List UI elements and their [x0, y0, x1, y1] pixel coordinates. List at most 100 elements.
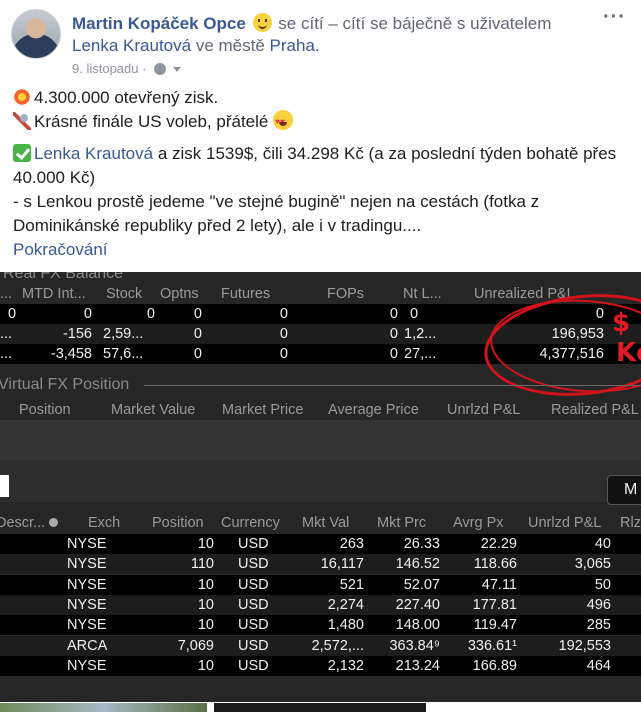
column-header[interactable]: Currency — [221, 513, 280, 533]
post-body: 4.300.000 otevřený zisk. Krásné finále U… — [13, 86, 628, 262]
table-row[interactable]: NYSE 10 USD 2,274 227.40 177.81 496 — [0, 594, 641, 615]
bullet-separator: · — [142, 61, 147, 76]
table-cell: 10 — [197, 617, 214, 634]
table-cell: 285 — [586, 617, 611, 634]
column-header[interactable]: FOPs — [327, 284, 364, 304]
tagged-user-link[interactable]: Lenka Krautová — [72, 36, 191, 55]
table-cell: 3,065 — [574, 556, 611, 573]
more-options-icon[interactable]: ··· — [603, 6, 626, 29]
column-header[interactable]: Descr... — [0, 513, 59, 533]
table-cell: 0 — [389, 306, 398, 322]
table-cell: USD — [238, 536, 269, 552]
table-cell: USD — [238, 657, 269, 674]
table-cell: 0 — [279, 326, 288, 342]
column-header[interactable]: Rlz — [620, 513, 641, 533]
heart-eyes-icon — [273, 110, 294, 134]
author-name-link[interactable]: Martin Kopáček Opce — [72, 14, 246, 33]
empty-table-area — [0, 420, 641, 460]
post-line-4: - s Lenkou prostě jedeme "ve stejné bugi… — [13, 192, 540, 235]
post-line-1-text: 4.300.000 otevřený zisk. — [34, 88, 219, 107]
post-line-3: Lenka Krautová a zisk 1539$, čili 34.298… — [13, 142, 628, 190]
table-cell: 16,117 — [320, 556, 364, 573]
table-cell: 227.40 — [395, 596, 440, 613]
facebook-post: Martin Kopáček Opce se cítí – cítí se bá… — [0, 0, 641, 272]
see-more-link[interactable]: Pokračování — [13, 240, 108, 259]
smiling-face-icon — [252, 13, 272, 32]
table-cell: 27,... — [404, 346, 437, 362]
virtual-fx-header-row: Position Market Value Market Price Avera… — [0, 400, 641, 420]
column-header[interactable]: Market Price — [222, 400, 303, 420]
table-cell: 10 — [197, 657, 214, 674]
post-line-1: 4.300.000 otevřený zisk. — [13, 86, 628, 110]
column-header[interactable]: Unrlzd P&L — [528, 513, 601, 533]
column-header[interactable]: Unrlzd P&L — [447, 400, 520, 420]
sort-icon[interactable] — [49, 518, 59, 527]
table-cell: NYSE — [67, 536, 107, 552]
column-header[interactable]: Average Price — [328, 400, 419, 420]
table-row[interactable]: NYSE 10 USD 2,132 213.24 166.89 464 — [0, 655, 641, 676]
table-cell: 2,572,... — [311, 637, 364, 654]
table-cell: NYSE — [67, 617, 107, 634]
table-cell: 7,069 — [177, 637, 214, 654]
handwritten-czk-note: Kč — [616, 338, 641, 368]
table-cell: 521 — [339, 576, 364, 593]
column-header[interactable]: Market Value — [111, 400, 195, 420]
table-cell: 26.33 — [403, 536, 440, 552]
table-cell: 52.07 — [403, 576, 440, 593]
handwritten-dollar-note: $ — [612, 308, 631, 338]
table-cell: USD — [238, 556, 269, 573]
column-header[interactable]: Futures — [221, 284, 270, 304]
column-header[interactable]: Optns — [160, 284, 199, 304]
table-cell: 192,553 — [558, 637, 611, 654]
table-cell: 0 — [279, 306, 288, 322]
column-header[interactable]: ... — [0, 284, 12, 304]
table-cell: 22.29 — [480, 536, 517, 552]
post-line-2-text: Krásné finále US voleb, přátelé — [34, 112, 269, 131]
table-cell: 2,132 — [327, 657, 364, 674]
column-header[interactable]: Position — [152, 513, 204, 533]
location-link[interactable]: Praha. — [270, 36, 320, 55]
table-cell: 57,6... — [103, 346, 144, 362]
table-row[interactable]: NYSE 10 USD 1,480 148.00 119.47 285 — [0, 615, 641, 636]
table-row[interactable]: NYSE 110 USD 16,117 146.52 118.66 3,065 — [0, 554, 641, 575]
globe-icon[interactable] — [154, 63, 167, 75]
post-line-2: Krásné finále US voleb, přátelé — [13, 110, 628, 134]
feeling-text: se cítí – cítí se báječně s uživatelem — [278, 14, 552, 33]
table-cell: 119.47 — [473, 617, 517, 634]
table-cell: ... — [0, 346, 13, 362]
table-cell: 363.84⁹ — [389, 637, 440, 654]
table-cell: 10 — [197, 536, 214, 552]
column-header[interactable]: MTD Int... — [22, 284, 86, 304]
author-avatar[interactable] — [11, 9, 61, 59]
photo-thumbnail[interactable] — [0, 703, 207, 712]
table-cell: 146.52 — [395, 556, 440, 573]
column-header[interactable]: Nt L... — [403, 284, 442, 304]
chevron-down-icon[interactable] — [172, 67, 181, 72]
table-cell: 0 — [389, 346, 398, 362]
virtual-fx-title: Virtual FX Position — [0, 376, 130, 393]
table-cell: 10 — [197, 576, 214, 593]
trading-screenshot: Real FX Balance ... MTD Int... Stock Opt… — [0, 272, 641, 712]
table-row[interactable]: NYSE 10 USD 263 26.33 22.29 40 — [0, 534, 641, 554]
table-cell: 166.89 — [472, 657, 517, 674]
table-row[interactable]: NYSE 10 USD 521 52.07 47.11 50 — [0, 574, 641, 595]
table-cell: 213.24 — [395, 657, 440, 674]
table-cell: 0 — [389, 326, 398, 342]
column-header[interactable]: Realized P&L — [551, 400, 639, 420]
column-header[interactable]: Mkt Prc — [377, 513, 426, 533]
photo-thumbnail[interactable] — [214, 703, 426, 712]
table-cell: USD — [238, 596, 269, 613]
table-cell: 110 — [190, 556, 214, 573]
post-date-link[interactable]: 9. listopadu — [72, 61, 139, 76]
column-header[interactable]: Stock — [106, 284, 142, 304]
more-button[interactable]: M — [607, 475, 641, 505]
table-row[interactable]: ARCA 7,069 USD 2,572,... 363.84⁹ 336.61¹ 192,5… — [0, 635, 641, 656]
column-header[interactable]: Position — [19, 400, 71, 420]
tagged-user-inline-link[interactable]: Lenka Krautová — [34, 144, 153, 163]
table-cell: 0 — [83, 306, 92, 322]
input-field[interactable] — [0, 475, 9, 497]
column-header[interactable]: Avrg Px — [453, 513, 504, 533]
column-header[interactable]: Exch — [88, 513, 120, 533]
table-cell: 263 — [339, 536, 364, 552]
column-header[interactable]: Mkt Val — [302, 513, 349, 533]
